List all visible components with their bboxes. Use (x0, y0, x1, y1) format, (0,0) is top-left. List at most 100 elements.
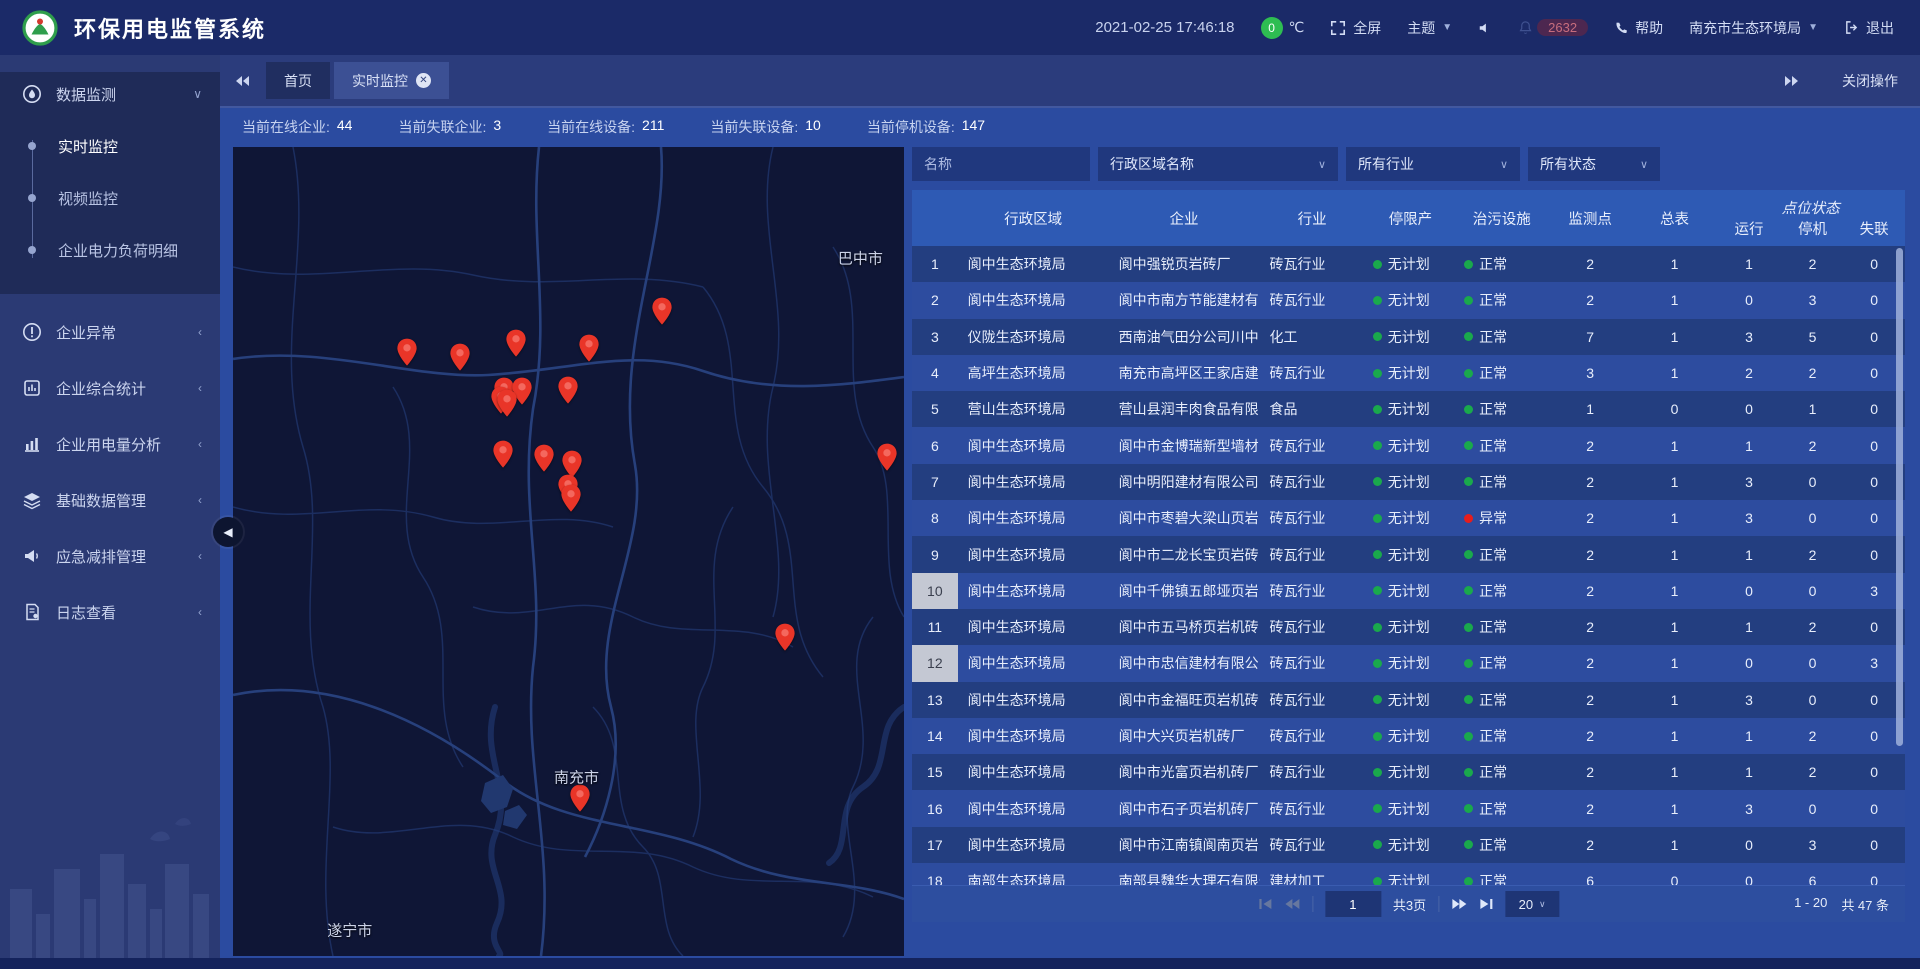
prev-page-icon (1284, 898, 1300, 910)
chevron-down-icon: ∨ (193, 87, 202, 101)
status-dot-icon (1464, 804, 1473, 813)
table-row[interactable]: 18南部生态环境局南部县魏华大理石有限公建材加工无计划正常60060 (912, 863, 1905, 885)
status-dot-icon (1373, 514, 1382, 523)
table-row[interactable]: 9阆中生态环境局阆中市二龙长宝页岩砖砖瓦行业无计划正常21120 (912, 536, 1905, 572)
table-row[interactable]: 11阆中生态环境局阆中市五马桥页岩机砖砖瓦行业无计划正常21120 (912, 609, 1905, 645)
double-chevron-left-icon (234, 75, 250, 87)
sidebar-item-base-data[interactable]: 基础数据管理 ‹ (0, 472, 220, 528)
sidebar-item-video-monitor[interactable]: 视频监控 (0, 172, 220, 224)
table-row[interactable]: 13阆中生态环境局阆中市金福旺页岩机砖砖瓦行业无计划正常21300 (912, 682, 1905, 718)
map-pin[interactable] (651, 297, 673, 327)
table-row[interactable]: 8阆中生态环境局阆中市枣碧大梁山页岩砖瓦行业无计划异常21300 (912, 500, 1905, 536)
tabs-scroll-right-button[interactable] (1784, 75, 1800, 87)
notification-button[interactable]: 2632 (1518, 19, 1588, 36)
map-pin[interactable] (449, 343, 471, 373)
cell-company: 营山县润丰肉食品有限 (1109, 399, 1260, 419)
map-pin[interactable] (496, 389, 518, 419)
map-pin[interactable] (505, 328, 527, 358)
table-row[interactable]: 12阆中生态环境局阆中市忠信建材有限公砖瓦行业无计划正常21003 (912, 645, 1905, 681)
chevron-left-icon: ‹ (198, 437, 202, 451)
table-row[interactable]: 10阆中生态环境局阆中千佛镇五郎垭页岩砖瓦行业无计划正常21003 (912, 573, 1905, 609)
chevron-down-icon: ∨ (1539, 899, 1546, 910)
cell-facility-status: 正常 (1456, 799, 1547, 819)
cell-region: 阆中生态环境局 (958, 799, 1109, 819)
map-pin[interactable] (560, 483, 582, 513)
sidebar-item-emergency-reduction[interactable]: 应急减排管理 ‹ (0, 528, 220, 584)
prev-page-button[interactable] (1284, 898, 1300, 910)
sidebar-item-company-statistics[interactable]: 企业综合统计 ‹ (0, 360, 220, 416)
cell-region: 阆中生态环境局 (958, 254, 1109, 274)
table-scrollbar[interactable] (1896, 248, 1903, 746)
cell-company: 阆中市五马桥页岩机砖 (1109, 617, 1260, 637)
map-pin[interactable] (774, 623, 796, 653)
cell-company: 阆中市光富页岩机砖厂 (1109, 762, 1260, 782)
first-page-button[interactable] (1258, 898, 1272, 910)
status-filter-select[interactable]: 所有状态 ∨ (1528, 147, 1660, 181)
next-page-button[interactable] (1451, 898, 1467, 910)
row-index: 12 (912, 645, 958, 681)
table-row[interactable]: 17阆中生态环境局阆中市江南镇阆南页岩砖瓦行业无计划正常21030 (912, 827, 1905, 863)
sidebar-item-data-monitor[interactable]: 数据监测 ∨ (0, 72, 220, 116)
cell-region: 阆中生态环境局 (958, 290, 1109, 310)
status-dot-icon (1373, 369, 1382, 378)
region-filter-select[interactable]: 行政区域名称 ∨ (1098, 147, 1338, 181)
map-pin[interactable] (492, 440, 514, 470)
map-panel[interactable]: 巴中市南充市遂宁市 (233, 147, 904, 956)
page-size-select[interactable]: 20 ∨ (1505, 891, 1559, 917)
cell-facility-status: 正常 (1456, 399, 1547, 419)
table-row[interactable]: 2阆中生态环境局阆中市南方节能建材有砖瓦行业无计划正常21030 (912, 282, 1905, 318)
col-header-meters: 总表 (1633, 208, 1716, 229)
table-row[interactable]: 4高坪生态环境局南充市高坪区王家店建砖瓦行业无计划正常31220 (912, 355, 1905, 391)
sidebar-item-realtime-monitor[interactable]: 实时监控 (0, 120, 220, 172)
cell-company: 阆中强锐页岩砖厂 (1109, 254, 1260, 274)
close-operations-dropdown[interactable]: 关闭操作 (1842, 71, 1898, 91)
theme-dropdown[interactable]: 主题▼ (1407, 18, 1452, 38)
cell-industry: 砖瓦行业 (1260, 436, 1365, 456)
cell-company: 阆中大兴页岩机砖厂 (1109, 726, 1260, 746)
table-row[interactable]: 16阆中生态环境局阆中市石子页岩机砖厂砖瓦行业无计划正常21300 (912, 790, 1905, 826)
last-page-button[interactable] (1479, 898, 1493, 910)
status-dot-icon (1464, 659, 1473, 668)
table-row[interactable]: 1阆中生态环境局阆中强锐页岩砖厂砖瓦行业无计划正常21120 (912, 246, 1905, 282)
tab-realtime-monitor[interactable]: 实时监控 ✕ (334, 62, 449, 99)
status-dot-icon (1464, 840, 1473, 849)
org-dropdown[interactable]: 南充市生态环境局▼ (1689, 18, 1818, 38)
table-row[interactable]: 5营山生态环境局营山县润丰肉食品有限食品无计划正常10010 (912, 391, 1905, 427)
logout-icon (1844, 20, 1859, 35)
cell-stopped: 0 (1782, 510, 1844, 526)
sidebar-item-power-load-detail[interactable]: 企业电力负荷明细 (0, 224, 220, 276)
cell-limit-status: 无计划 (1365, 762, 1456, 782)
cell-points: 2 (1547, 837, 1632, 853)
fullscreen-button[interactable]: 全屏 (1330, 18, 1381, 38)
table-row[interactable]: 6阆中生态环境局阆中市金博瑞新型墙材砖瓦行业无计划正常21120 (912, 427, 1905, 463)
map-pin[interactable] (533, 444, 555, 474)
help-button[interactable]: 帮助 (1614, 18, 1663, 38)
tab-home[interactable]: 首页 (266, 62, 330, 99)
map-pin[interactable] (557, 376, 579, 406)
map-pin[interactable] (876, 442, 898, 472)
industry-filter-select[interactable]: 所有行业 ∨ (1346, 147, 1520, 181)
page-number-input[interactable] (1325, 891, 1381, 917)
tab-close-icon[interactable]: ✕ (416, 73, 431, 88)
logout-button[interactable]: 退出 (1844, 18, 1894, 38)
map-pin[interactable] (578, 333, 600, 363)
sidebar-item-company-abnormal[interactable]: 企业异常 ‹ (0, 304, 220, 360)
table-row[interactable]: 15阆中生态环境局阆中市光富页岩机砖厂砖瓦行业无计划正常21120 (912, 754, 1905, 790)
sidebar-item-power-analysis[interactable]: 企业用电量分析 ‹ (0, 416, 220, 472)
name-filter-input[interactable] (912, 147, 1090, 181)
sidebar-collapse-handle[interactable]: ◀ (213, 517, 243, 547)
sidebar-item-log-view[interactable]: 日志查看 ‹ (0, 584, 220, 640)
table-row[interactable]: 14阆中生态环境局阆中大兴页岩机砖厂砖瓦行业无计划正常21120 (912, 718, 1905, 754)
cell-limit-status: 无计划 (1365, 290, 1456, 310)
cell-industry: 化工 (1260, 327, 1365, 347)
map-pin[interactable] (396, 337, 418, 367)
row-index: 6 (912, 427, 958, 463)
tabs-scroll-left-button[interactable] (234, 75, 250, 87)
map-pin[interactable] (569, 784, 591, 814)
mute-button[interactable] (1478, 21, 1492, 35)
table-row[interactable]: 3仪陇生态环境局西南油气田分公司川中化工无计划正常71350 (912, 319, 1905, 355)
cell-industry: 砖瓦行业 (1260, 545, 1365, 565)
cell-limit-status: 无计划 (1365, 871, 1456, 885)
table-row[interactable]: 7阆中生态环境局阆中明阳建材有限公司砖瓦行业无计划正常21300 (912, 464, 1905, 500)
cell-company: 阆中明阳建材有限公司 (1109, 472, 1260, 492)
